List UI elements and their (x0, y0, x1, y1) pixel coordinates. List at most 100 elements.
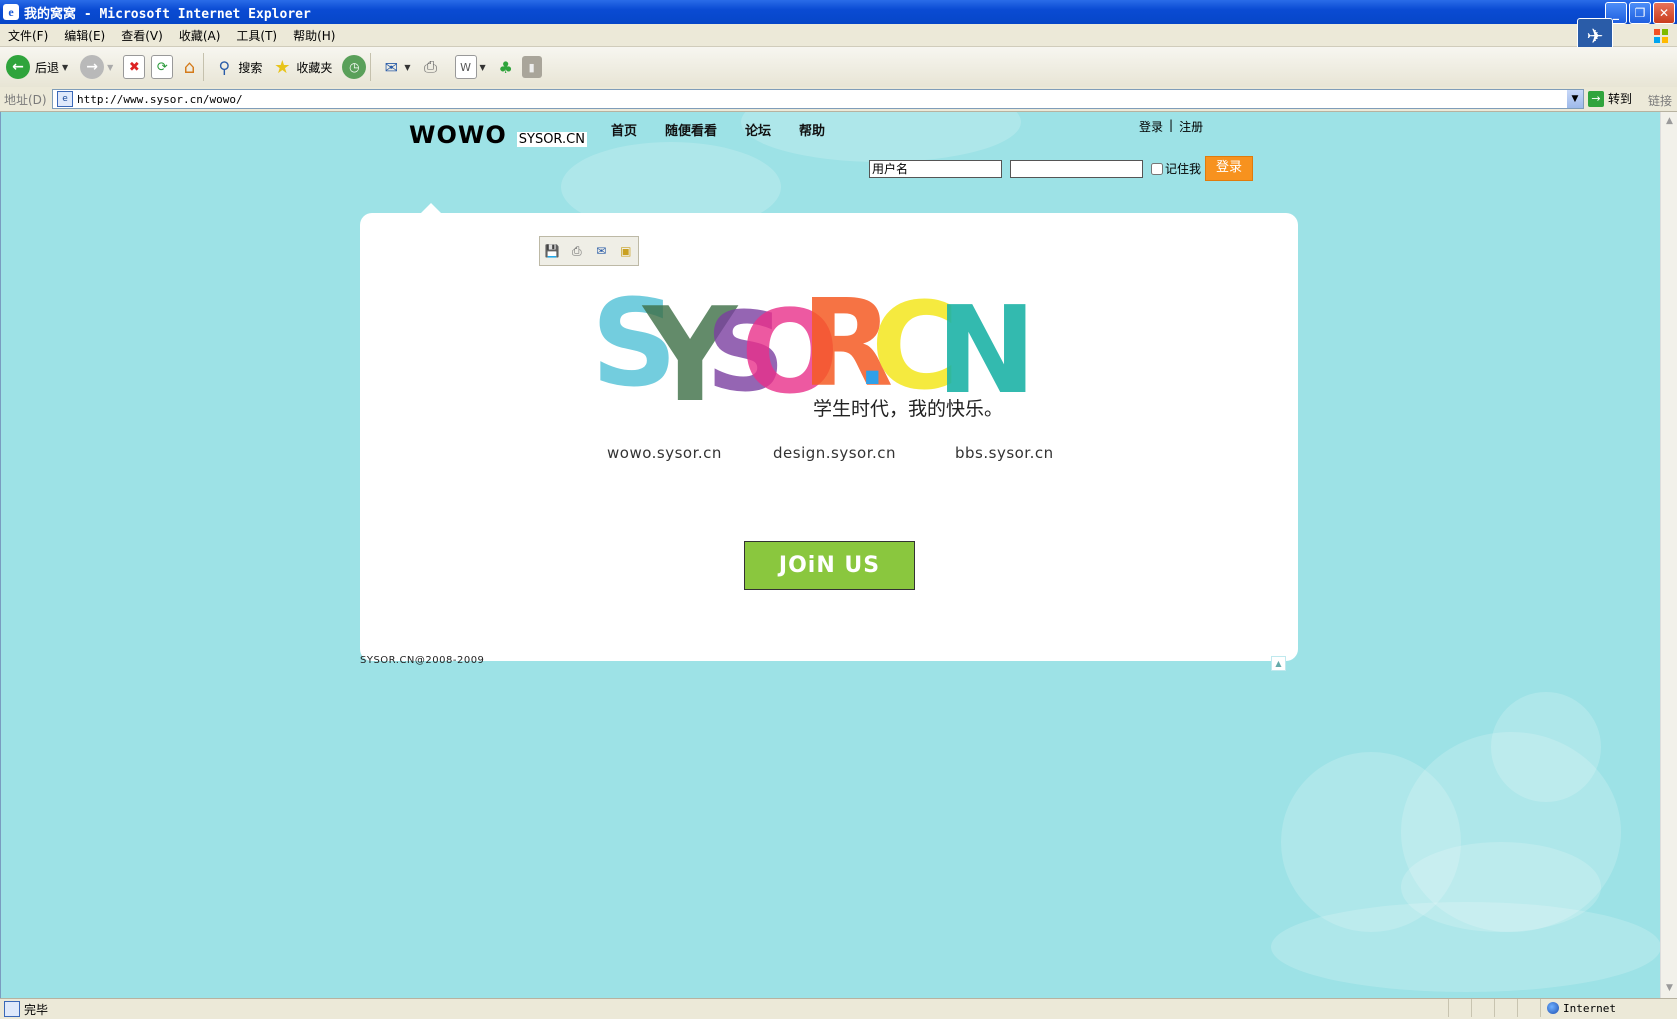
copyright: SYSOR.CN@2008-2009 (360, 655, 485, 666)
mail-dropdown-icon[interactable]: ▼ (404, 63, 410, 72)
edit-dropdown-icon[interactable]: ▼ (480, 63, 486, 72)
username-input[interactable] (869, 159, 1002, 178)
favorites-label: 收藏夹 (296, 60, 333, 75)
ie-icon: e (3, 4, 19, 20)
slogan: 学生时代，我的快乐。 (813, 398, 1004, 420)
favorites-button[interactable]: ★ 收藏夹 (272, 56, 332, 78)
windows-logo-icon (1654, 29, 1668, 43)
menu-view[interactable]: 查看(V) (121, 27, 163, 44)
forward-arrow-icon: → (80, 55, 105, 79)
scroll-down-icon[interactable]: ▼ (1662, 981, 1677, 996)
back-button[interactable]: ← 后退 ▼ (6, 55, 68, 79)
links-button[interactable]: 链接 (1648, 92, 1672, 109)
auth-divider: | (1169, 118, 1174, 132)
star-icon: ★ (274, 56, 291, 78)
join-us-button[interactable]: JOiN US (744, 541, 915, 590)
status-bar: 完毕 Internet (0, 998, 1677, 1019)
forward-dropdown-icon[interactable]: ▼ (107, 63, 113, 72)
back-dropdown-icon[interactable]: ▼ (62, 63, 68, 72)
mail-icon[interactable]: ✉ (381, 56, 401, 78)
address-input[interactable]: e http://www.sysor.cn/wowo/ ▼ (52, 89, 1584, 109)
cloud-decoration (1401, 842, 1601, 932)
search-button[interactable]: ⚲ 搜索 (214, 56, 262, 78)
refresh-icon[interactable]: ⟳ (151, 55, 174, 79)
main-nav: 首页 随便看看 论坛 帮助 (611, 120, 825, 139)
scroll-up-icon[interactable]: ▲ (1662, 114, 1677, 129)
status-cell (1471, 999, 1494, 1017)
login-button[interactable]: 登录 (1205, 156, 1254, 181)
print-icon[interactable]: ⎙ (569, 243, 585, 259)
go-label: 转到 (1608, 92, 1633, 106)
folder-icon[interactable]: ▣ (618, 243, 634, 259)
auth-links: 登录 | 注册 (1139, 118, 1203, 135)
page-icon: e (57, 91, 73, 107)
vertical-scrollbar[interactable]: ▲ ▼ (1660, 112, 1677, 998)
edit-icon[interactable]: W (454, 55, 477, 79)
nav-browse[interactable]: 随便看看 (665, 120, 717, 139)
print-icon[interactable]: ⎙ (421, 56, 441, 78)
close-button[interactable]: ✕ (1653, 2, 1675, 24)
home-icon[interactable]: ⌂ (179, 56, 199, 78)
address-dropdown-icon[interactable]: ▼ (1567, 90, 1583, 108)
window-title: 我的窝窝 - Microsoft Internet Explorer (24, 6, 311, 22)
search-icon: ⚲ (218, 57, 231, 77)
status-text: 完毕 (24, 1002, 49, 1017)
menu-tools[interactable]: 工具(T) (236, 27, 277, 44)
image-toolbar: 💾 ⎙ ✉ ▣ (539, 236, 639, 266)
nav-home[interactable]: 首页 (611, 120, 637, 139)
register-link[interactable]: 注册 (1179, 118, 1203, 135)
go-arrow-icon: → (1588, 90, 1604, 107)
menu-help[interactable]: 帮助(H) (293, 27, 335, 44)
go-button[interactable]: → 转到 (1588, 90, 1632, 107)
globe-icon (1547, 1002, 1559, 1014)
mail-icon[interactable]: ✉ (593, 243, 609, 259)
login-form: 记住我 登录 (869, 156, 1254, 181)
restore-button[interactable]: ❐ (1629, 2, 1651, 24)
password-input[interactable] (1010, 159, 1143, 178)
title-bar: e 我的窝窝 - Microsoft Internet Explorer _ ❐… (0, 0, 1677, 24)
back-arrow-icon: ← (6, 55, 30, 79)
nav-forum[interactable]: 论坛 (745, 120, 771, 139)
menu-file[interactable]: 文件(F) (8, 27, 48, 44)
wowo-link[interactable]: wowo.sysor.cn (607, 444, 722, 462)
stop-icon[interactable]: ✖ (123, 55, 146, 79)
history-icon[interactable]: ◷ (342, 55, 367, 79)
security-zone: Internet (1540, 999, 1677, 1017)
remember-me[interactable]: 记住我 (1151, 160, 1201, 177)
bbs-link[interactable]: bbs.sysor.cn (955, 444, 1054, 462)
search-label: 搜索 (238, 60, 263, 75)
address-bar: 地址(D) e http://www.sysor.cn/wowo/ ▼ → 转到… (0, 87, 1677, 112)
status-cells: Internet (1448, 999, 1677, 1019)
site-logo[interactable]: WOWO SYSOR.CN (409, 121, 587, 149)
toolbar: ← 后退 ▼ → ▼ ✖ ⟳ ⌂ ⚲ 搜索 ★ 收藏夹 ◷ ✉ ▼ ⎙ W ▼ ♣ … (0, 47, 1677, 88)
zone-label: Internet (1563, 1001, 1616, 1015)
logo-sysor: SYSOR.CN (516, 132, 587, 147)
address-label: 地址(D) (4, 92, 47, 107)
toolbar-separator (370, 53, 372, 81)
forward-button[interactable]: → ▼ (80, 55, 113, 79)
toolbar-separator (203, 53, 205, 81)
status-cell (1448, 999, 1471, 1017)
save-icon[interactable]: 💾 (544, 243, 560, 259)
window-controls: _ ❐ ✕ (1605, 2, 1675, 24)
menu-bar: 文件(F) 编辑(E) 查看(V) 收藏(A) 工具(T) 帮助(H) (0, 24, 1677, 47)
cloud-decoration (1491, 692, 1601, 802)
research-icon[interactable]: ▮ (521, 56, 542, 78)
messenger-icon[interactable]: ♣ (496, 56, 516, 78)
card-notch (421, 203, 441, 213)
remember-checkbox[interactable] (1151, 162, 1163, 175)
remember-label: 记住我 (1165, 162, 1202, 176)
address-url[interactable]: http://www.sysor.cn/wowo/ (77, 93, 243, 106)
nav-help[interactable]: 帮助 (799, 120, 825, 139)
design-link[interactable]: design.sysor.cn (773, 444, 896, 462)
back-label: 后退 (35, 60, 60, 75)
page-status-icon (4, 1001, 20, 1017)
login-link[interactable]: 登录 (1139, 118, 1163, 135)
menu-favorites[interactable]: 收藏(A) (179, 27, 221, 44)
status-cell (1517, 999, 1540, 1017)
menu-edit[interactable]: 编辑(E) (64, 27, 105, 44)
page-viewport: WOWO SYSOR.CN 首页 随便看看 论坛 帮助 登录 | 注册 记住我 … (0, 112, 1661, 998)
back-to-top-icon[interactable]: ▲ (1271, 656, 1286, 671)
status-cell (1494, 999, 1517, 1017)
logo-wowo: WOWO (409, 121, 507, 149)
